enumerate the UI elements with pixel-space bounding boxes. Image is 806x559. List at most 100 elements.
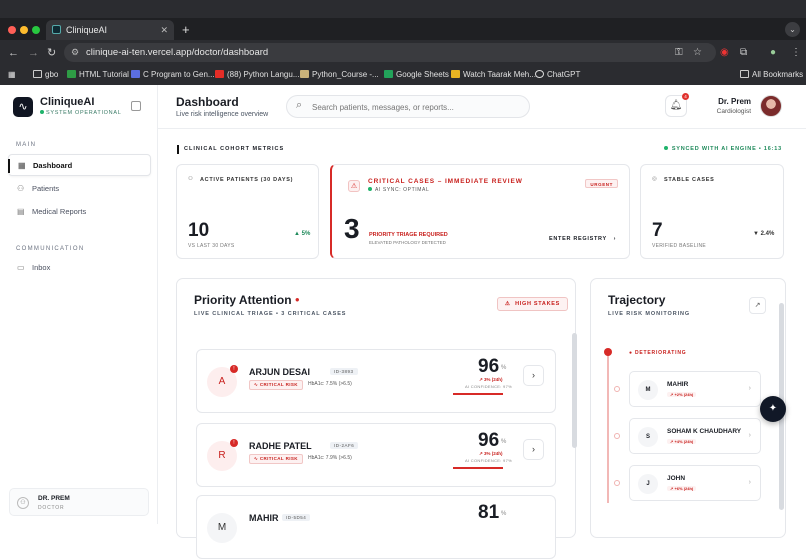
site-info-icon[interactable]: ⚙ [71,43,79,62]
patient-avatar: R! [207,439,238,471]
lab-value: HbA1c: 7.9% (>6.5) [308,455,352,461]
open-patient-button[interactable]: › [523,439,544,460]
address-bar[interactable]: ⚙ clinique-ai-ten.vercel.app/doctor/dash… [64,43,716,62]
patient-card[interactable]: M MAHIR ID-5D54 81 % [196,495,556,559]
maximize-window-button[interactable] [32,26,40,34]
reload-button[interactable]: ↻ [47,45,56,61]
search-input[interactable] [312,99,522,115]
risk-unit: % [501,439,507,445]
bookmark-taarak-mehta[interactable]: Watch Taarak Meh... [451,68,536,82]
browser-tab[interactable]: CliniqueAI ✕ [46,20,174,40]
ai-assistant-button[interactable]: ✦ [760,396,786,422]
profile-icon[interactable]: ● [770,45,776,60]
all-bookmarks[interactable]: All Bookmarks [740,68,803,82]
back-button[interactable]: ← [8,45,19,61]
favicon-icon [52,25,61,34]
patient-avatar: A! [207,365,238,397]
close-tab-icon[interactable]: ✕ [160,20,168,40]
open-patient-button[interactable]: › [523,365,544,386]
patient-card[interactable]: A! ARJUN DESAI ID-3893 ∿ CRITICAL RISK H… [196,349,556,413]
bookmark-c-program[interactable]: C Program to Gen... [131,68,215,82]
risk-score: 96 [478,430,500,451]
stable-cases-card: ◎ STABLE CASES 7 ▼ 2.4% VERIFIED BASELIN… [640,164,784,259]
patient-name: MAHIR [249,513,279,523]
chevron-right-icon: › [748,432,751,439]
risk-trend: ↗ 3% (24h) [479,451,503,456]
bookmark-python-course[interactable]: Python_Course -... [300,68,379,82]
password-key-icon[interactable]: ⚿ [675,45,683,60]
stable-cases-change: ▼ 2.4% [753,231,775,237]
section-main-label: MAIN [16,142,37,148]
patient-id: ID-5D54 [282,514,311,521]
patient-id: ID-3893 [330,368,358,375]
bookmark-chatgpt[interactable]: ChatGPT [535,68,580,82]
patient-card[interactable]: R! RADHE PATEL ID-2AF6 ∿ CRITICAL RISK H… [196,423,556,487]
close-window-button[interactable] [8,26,16,34]
minimize-window-button[interactable] [20,26,28,34]
lab-value: HbA1c: 7.5% (>6.5) [308,381,352,387]
chevron-right-icon: › [613,236,617,242]
live-dot-icon: ● [294,295,300,304]
chevron-right-icon: › [532,370,535,380]
extension-pokeball-icon[interactable]: ◉ [720,45,729,60]
timeline-line [607,353,609,503]
scrollbar[interactable] [572,333,577,448]
sync-dot-icon [663,146,668,150]
active-patients-label: ACTIVE PATIENTS (30 DAYS) [200,177,294,183]
extensions-icon[interactable]: ⧉ [740,45,747,60]
tab-title: CliniqueAI [66,25,108,35]
notifications-button[interactable]: 🔔︎ 4 [665,93,689,117]
avatar[interactable] [760,95,782,117]
patient-name: ARJUN DESAI [249,367,311,377]
timeline-node [614,433,620,439]
sync-status: SYNCED WITH AI ENGINE • 16:13 [663,146,782,152]
trajectory-item[interactable]: S SOHAM K CHAUDHARY ↗ +4% (24h) › [629,418,761,454]
trend-chart-button[interactable]: ↗ [749,297,766,314]
search-icon: ⌕ [296,99,303,111]
tab-search-icon[interactable]: ⌄ [785,22,800,37]
user-avatar-icon: ⚇ [17,497,29,509]
trajectory-name: SOHAM K CHAUDHARY [667,428,742,435]
browser-chrome: CliniqueAI ✕ + ⌄ ← → ↻ ⚙ clinique-ai-ten… [0,0,806,85]
stable-cases-value: 7 [652,220,663,241]
urgent-badge: URGENT [585,179,618,188]
critical-cases-title: CRITICAL CASES – IMMEDIATE REVIEW [368,178,523,185]
bookmark-gbo[interactable]: gbo [33,68,58,82]
ai-sparkle-icon: ✦ [768,403,778,414]
user-profile-card[interactable]: ⚇ DR. PREM DOCTOR [9,488,149,516]
trajectory-item[interactable]: J JOHN ↗ +6% (24h) › [629,465,761,501]
risk-unit: % [501,365,507,371]
ai-sync-dot-icon [368,187,372,191]
stable-cases-foot: VERIFIED BASELINE [652,243,707,249]
trajectory-name: JOHN [667,475,686,482]
trajectory-item[interactable]: M MAHIR ↗ +2% (24h) › [629,371,761,407]
sidebar-item-medical-reports[interactable]: ▤ Medical Reports [8,201,151,223]
inbox-icon: ▭ [17,263,25,272]
stable-cases-label: STABLE CASES [664,177,715,183]
forward-button[interactable]: → [28,45,39,61]
trending-up-icon: ↗ [754,302,761,309]
trend-icon: ∿ [254,382,259,387]
bookmark-google-sheets[interactable]: Google Sheets [384,68,449,82]
patient-avatar: M [207,513,237,543]
chevron-right-icon: › [748,385,751,392]
bookmark-html-tutorial[interactable]: HTML Tutorial [67,68,129,82]
search-box[interactable]: ⌕ [286,95,530,118]
browser-menu-icon[interactable]: ⋮ [791,45,801,60]
sidebar-item-dashboard[interactable]: ▦ Dashboard [8,154,151,176]
sidebar-item-patients[interactable]: ⚇ Patients [8,178,151,200]
enter-registry-button[interactable]: ENTER REGISTRY › [549,236,616,242]
new-tab-button[interactable]: + [182,20,190,40]
deteriorating-label: ● DETERIORATING [629,350,687,356]
timeline-node [614,386,620,392]
user-name: DR. PREM [38,495,70,502]
apps-grid-icon[interactable]: ▦ [8,68,16,82]
bookmark-star-icon[interactable]: ☆ [693,45,702,60]
sidebar-item-inbox[interactable]: ▭ Inbox [8,257,151,279]
collapse-sidebar-icon[interactable] [131,101,141,111]
shield-icon: ◎ [652,176,658,182]
trend-icon: ∿ [254,456,259,461]
active-patients-foot: VS LAST 30 DAYS [188,243,235,249]
chevron-right-icon: › [748,479,751,486]
bookmark-python-language[interactable]: (88) Python Langu... [215,68,300,82]
